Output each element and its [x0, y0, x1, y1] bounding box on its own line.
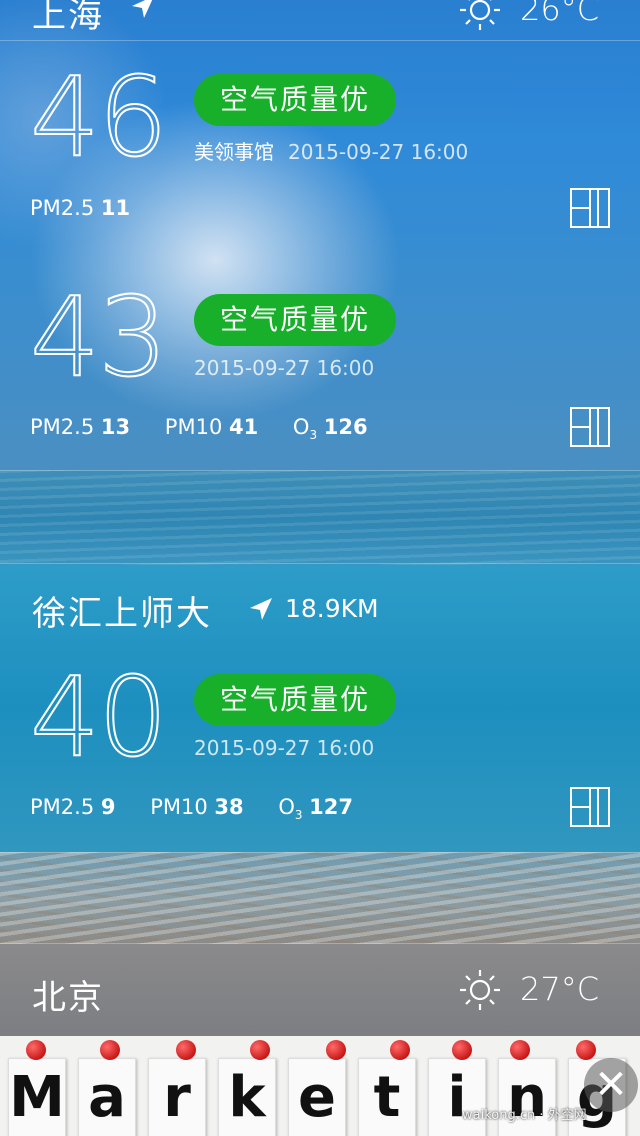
pushpin-icon: [576, 1040, 596, 1060]
pushpin-icon: [510, 1040, 530, 1060]
pm25-value: 9: [100, 795, 116, 819]
station-name: 美领事馆: [194, 140, 274, 164]
pushpin-icon: [100, 1040, 120, 1060]
pollutant-row: PM2.5 11: [30, 196, 130, 220]
divider: [0, 852, 640, 853]
pushpin-icon: [250, 1040, 270, 1060]
pushpin-icon: [326, 1040, 346, 1060]
o3-subscript: 3: [309, 428, 318, 443]
ad-letter: a: [78, 1058, 136, 1136]
pushpin-icon: [176, 1040, 196, 1060]
location-arrow-icon: [128, 0, 156, 22]
quality-badge: 空气质量优: [194, 674, 396, 726]
pm10-value: 41: [229, 415, 259, 439]
divider: [0, 943, 640, 944]
temperature: 26°C: [520, 0, 600, 28]
sun-icon: [458, 968, 502, 1012]
pm10-value: 38: [214, 795, 244, 819]
pushpin-icon: [26, 1040, 46, 1060]
o3-value: 127: [309, 795, 354, 819]
city-name[interactable]: 北京: [32, 970, 104, 1019]
ad-letter: M: [8, 1058, 66, 1136]
watermark: waikong.cn · 外空网: [462, 1108, 587, 1123]
aqi-value: 46: [29, 53, 169, 181]
pollutant-row: PM2.5 9 PM10 38 O3 127: [30, 795, 381, 822]
divider: [0, 470, 640, 471]
location-arrow-icon: [246, 596, 274, 624]
pm25-label: PM2.5: [30, 415, 95, 439]
pm25-value: 13: [100, 415, 131, 439]
sun-icon: [458, 0, 502, 32]
update-time: 2015-09-27 16:00: [194, 356, 375, 380]
close-ad-button[interactable]: ✕: [584, 1058, 638, 1112]
pm25-label: PM2.5: [30, 795, 95, 819]
ad-letter: r: [148, 1058, 206, 1136]
update-time: 2015-09-27 16:00: [194, 736, 375, 760]
detail-grid-icon[interactable]: [570, 188, 610, 228]
distance: 18.9KM: [285, 594, 379, 623]
pushpin-icon: [390, 1040, 410, 1060]
ad-letter: i: [428, 1058, 486, 1136]
ad-letter: n: [498, 1058, 556, 1136]
sea-background: [0, 470, 640, 565]
ad-letter: e: [288, 1058, 346, 1136]
city-name[interactable]: 上海: [32, 0, 104, 37]
ad-letter: t: [358, 1058, 416, 1136]
o3-subscript: 3: [294, 808, 303, 823]
divider: [0, 563, 640, 564]
quality-badge: 空气质量优: [194, 74, 396, 126]
o3-label: O: [292, 415, 310, 439]
pm25-label: PM2.5: [30, 196, 95, 220]
pm10-label: PM10: [164, 415, 223, 439]
o3-value: 126: [323, 415, 368, 439]
pollutant-row: PM2.5 13 PM10 41 O3 126: [30, 415, 396, 442]
divider: [0, 40, 640, 41]
o3-label: O: [278, 795, 295, 819]
update-time: 2015-09-27 16:00: [288, 140, 469, 164]
quality-badge: 空气质量优: [194, 294, 396, 346]
nearby-station-name[interactable]: 徐汇上师大: [32, 586, 212, 635]
pm25-value: 11: [100, 196, 131, 220]
pm10-label: PM10: [150, 795, 208, 819]
aqi-value: 40: [29, 653, 169, 781]
aqi-value: 43: [29, 273, 169, 401]
detail-grid-icon[interactable]: [570, 407, 610, 447]
station-meta: 美领事馆 2015-09-27 16:00: [194, 136, 468, 165]
temperature: 27°C: [520, 970, 600, 1008]
detail-grid-icon[interactable]: [570, 787, 610, 827]
pushpin-icon: [452, 1040, 472, 1060]
ad-letter: k: [218, 1058, 276, 1136]
surf-background: [0, 852, 640, 944]
